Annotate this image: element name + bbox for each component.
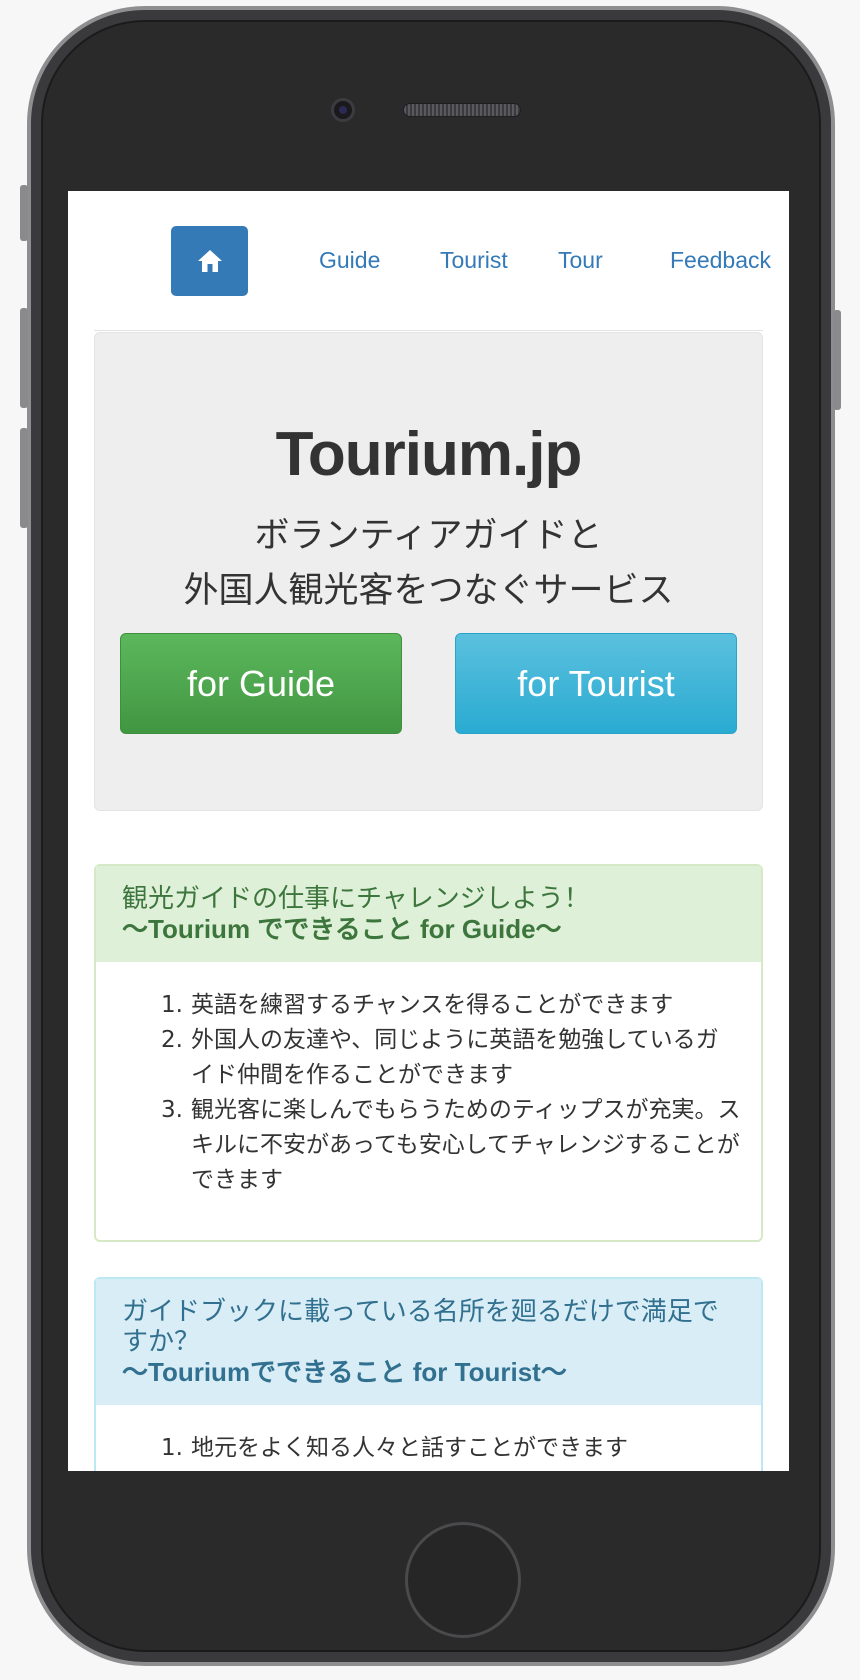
hero-jumbotron: Tourium.jp ボランティアガイドと 外国人観光客をつなぐサービス for… bbox=[94, 332, 763, 811]
home-button[interactable] bbox=[405, 1522, 521, 1638]
home-icon bbox=[197, 250, 222, 272]
tourist-panel-subtitle: 〜Touriumでできること for Tourist〜 bbox=[122, 1357, 567, 1387]
hero-title: Tourium.jp bbox=[275, 420, 583, 489]
guide-benefits-list: 1. 英語を練習するチャンスを得ることができます 2. 外国人の友達や、同じように英… bbox=[161, 988, 741, 1198]
guide-panel-title: 観光ガイドの仕事にチャレンジしよう！ bbox=[122, 884, 590, 914]
nav-link-guide[interactable]: Guide bbox=[319, 247, 380, 274]
list-item-text: 外国人の友達や、同じように英語を勉強しているガイド仲間を作ることができます bbox=[191, 1027, 719, 1088]
nav-link-tour[interactable]: Tour bbox=[558, 247, 603, 274]
list-item-text: 観光客に楽しんでもらうためのティップスが充実。スキルに不安があっても安心してチャ… bbox=[191, 1097, 741, 1193]
volume-up-button[interactable] bbox=[20, 308, 28, 408]
mute-switch[interactable] bbox=[20, 185, 28, 241]
hero-subtitle-line2: 外国人観光客をつなぐサービス bbox=[183, 571, 674, 611]
list-item-text: 地元をよく知る人々と話すことができます bbox=[191, 1435, 628, 1461]
top-nav: Guide Tourist Tour Feedback bbox=[94, 191, 771, 331]
tourist-benefits-list: 1. 地元をよく知る人々と話すことができます bbox=[161, 1431, 741, 1466]
list-item: 2. 外国人の友達や、同じように英語を勉強しているガイド仲間を作ることができます bbox=[161, 1023, 741, 1093]
front-camera bbox=[331, 98, 355, 122]
for-guide-button[interactable]: for Guide bbox=[120, 633, 402, 734]
list-number: 1. bbox=[161, 1435, 183, 1461]
list-item: 1. 地元をよく知る人々と話すことができます bbox=[161, 1431, 741, 1466]
for-tourist-button[interactable]: for Tourist bbox=[455, 633, 737, 734]
tourist-panel-title: ガイドブックに載っている名所を廻るだけで満足ですか？ bbox=[122, 1297, 719, 1357]
list-number: 3. bbox=[161, 1097, 183, 1123]
earpiece-speaker bbox=[403, 103, 521, 117]
phone-screen: Guide Tourist Tour Feedback Tourium.jp ボ… bbox=[68, 191, 789, 1471]
hero-subtitle-line1: ボランティアガイドと bbox=[254, 516, 603, 556]
nav-link-feedback[interactable]: Feedback bbox=[670, 247, 771, 274]
tourist-panel: ガイドブックに載っている名所を廻るだけで満足ですか？ 〜Touriumでできるこ… bbox=[94, 1277, 763, 1471]
tourist-panel-heading: ガイドブックに載っている名所を廻るだけで満足ですか？ 〜Touriumでできるこ… bbox=[96, 1279, 761, 1405]
list-number: 2. bbox=[161, 1027, 183, 1053]
tourist-panel-body: 1. 地元をよく知る人々と話すことができます bbox=[96, 1405, 761, 1466]
list-item: 3. 観光客に楽しんでもらうためのティップスが充実。スキルに不安があっても安心して… bbox=[161, 1093, 741, 1198]
guide-panel: 観光ガイドの仕事にチャレンジしよう！ 〜Tourium でできること for G… bbox=[94, 864, 763, 1242]
power-button[interactable] bbox=[833, 310, 841, 410]
guide-panel-body: 1. 英語を練習するチャンスを得ることができます 2. 外国人の友達や、同じように英… bbox=[96, 962, 761, 1198]
guide-panel-heading: 観光ガイドの仕事にチャレンジしよう！ 〜Tourium でできること for G… bbox=[96, 866, 761, 962]
list-number: 1. bbox=[161, 992, 183, 1018]
list-item: 1. 英語を練習するチャンスを得ることができます bbox=[161, 988, 741, 1023]
nav-home-tab[interactable] bbox=[171, 226, 248, 296]
list-item-text: 英語を練習するチャンスを得ることができます bbox=[191, 992, 674, 1018]
nav-link-tourist[interactable]: Tourist bbox=[440, 247, 508, 274]
guide-panel-subtitle: 〜Tourium でできること for Guide〜 bbox=[122, 914, 562, 944]
volume-down-button[interactable] bbox=[20, 428, 28, 528]
